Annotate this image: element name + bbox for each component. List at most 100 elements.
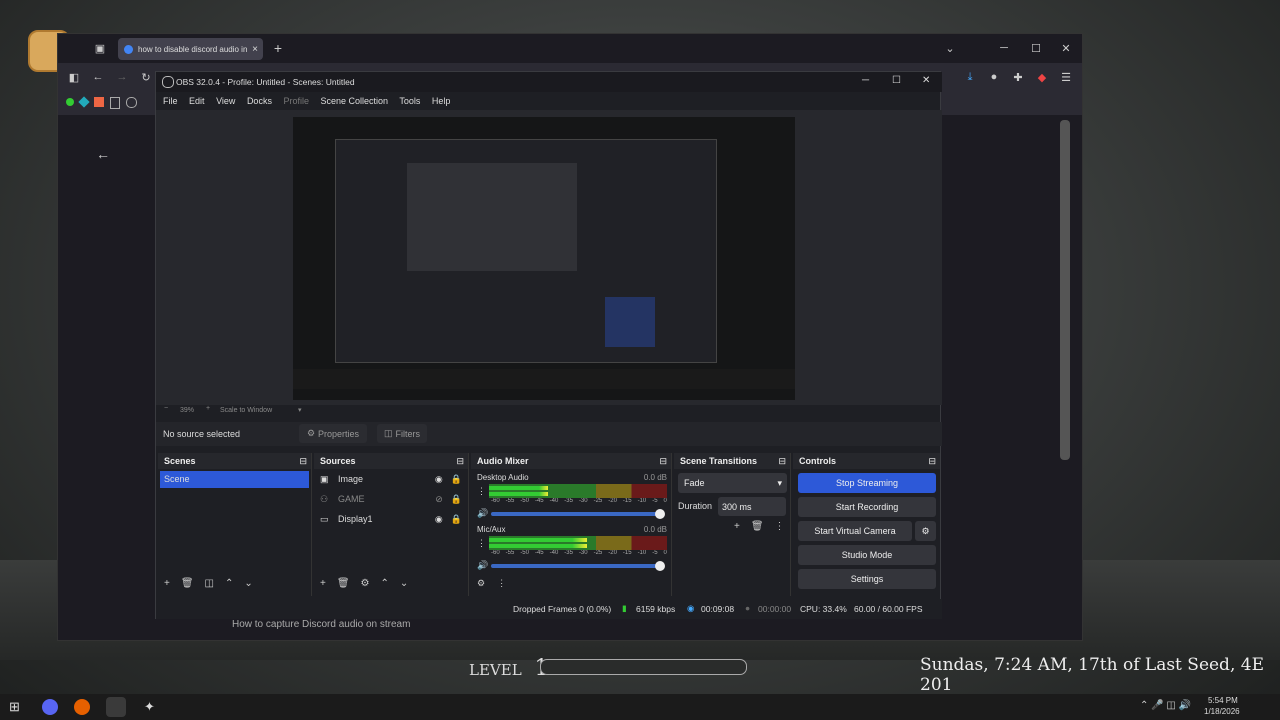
menu-profile[interactable]: Profile (283, 96, 309, 106)
virtual-camera-settings-button[interactable]: ⚙ (915, 521, 936, 541)
visibility-eye-icon[interactable]: ◉ (435, 474, 443, 485)
properties-button[interactable]: ⚙ Properties (299, 424, 367, 443)
speaker-icon[interactable]: 🔊 (477, 508, 491, 519)
dock-undock-icon[interactable]: ⊟ (456, 456, 464, 467)
move-up-icon[interactable]: ⌃ (381, 578, 389, 589)
preview-canvas[interactable] (293, 117, 795, 400)
start-virtual-camera-button[interactable]: Start Virtual Camera (798, 521, 912, 541)
discord-icon[interactable] (42, 699, 58, 715)
transition-select[interactable]: Fade ▾ (678, 473, 787, 493)
obs-maximize-button[interactable]: ☐ (892, 75, 901, 86)
page-scrollbar[interactable] (1060, 120, 1070, 460)
duration-input[interactable]: 300 ms (718, 497, 786, 516)
download-icon[interactable]: ⤓ (962, 69, 978, 85)
scene-filters-icon[interactable]: ◫ (205, 578, 214, 589)
menu-file[interactable]: File (163, 96, 178, 106)
preview-controls-mini (605, 297, 655, 347)
page-back-icon[interactable]: ← (94, 145, 112, 163)
minimize-button[interactable]: ─ (996, 40, 1012, 56)
add-source-icon[interactable]: + (320, 578, 326, 589)
add-transition-icon[interactable]: + (734, 521, 740, 532)
reload-icon[interactable]: ↻ (138, 69, 154, 85)
lock-icon[interactable]: 🔒 (451, 494, 462, 505)
new-tab-button[interactable]: + (270, 39, 286, 57)
move-down-icon[interactable]: ⌄ (244, 578, 252, 589)
source-properties-icon[interactable]: ⚙ (361, 578, 370, 589)
app-icon[interactable]: ✦ (144, 699, 155, 715)
scale-select[interactable]: Scale to Window (220, 407, 272, 414)
source-row[interactable]: ▭ Display1 ◉ 🔒 (314, 509, 468, 529)
filters-button[interactable]: ◫ Filters (377, 424, 427, 443)
lock-icon[interactable]: 🔒 (451, 474, 462, 485)
account-icon[interactable]: ● (986, 69, 1002, 85)
transition-menu-icon[interactable]: ⋮ (775, 521, 785, 532)
volume-slider[interactable] (491, 508, 665, 519)
remove-source-icon[interactable]: 🗑 (337, 578, 350, 589)
menu-edit[interactable]: Edit (189, 96, 205, 106)
scale-bar: − 39% + Scale to Window ▾ (156, 405, 942, 419)
studio-mode-button[interactable]: Studio Mode (798, 545, 936, 565)
scale-dropdown-icon[interactable]: ▾ (298, 406, 302, 414)
obs-icon[interactable] (106, 697, 126, 717)
duration-label: Duration (678, 501, 713, 511)
add-scene-icon[interactable]: + (164, 578, 170, 589)
remove-transition-icon[interactable]: 🗑 (751, 521, 764, 532)
tab-close-icon[interactable]: × (252, 44, 258, 55)
volume-knob[interactable] (655, 560, 665, 571)
channel-menu-icon[interactable]: ⋮ (477, 486, 489, 497)
move-up-icon[interactable]: ⌃ (225, 578, 233, 589)
mixer-menu-icon[interactable]: ⋮ (497, 578, 506, 589)
tab-list-icon[interactable]: ▣ (92, 40, 108, 56)
scene-item[interactable]: Scene (160, 471, 309, 488)
maximize-button[interactable]: ☐ (1028, 40, 1044, 56)
windows-start-icon[interactable]: ⊞ (9, 699, 20, 715)
start-recording-button[interactable]: Start Recording (798, 497, 936, 517)
menu-help[interactable]: Help (432, 96, 451, 106)
forward-icon[interactable]: → (114, 69, 130, 85)
move-down-icon[interactable]: ⌄ (400, 578, 408, 589)
zoom-in-icon[interactable]: + (206, 405, 210, 412)
advanced-audio-icon[interactable]: ⚙ (477, 578, 485, 589)
bookmark-globe-icon[interactable] (126, 97, 137, 108)
tab-overflow-icon[interactable]: ⌄ (942, 40, 958, 56)
dock-undock-icon[interactable]: ⊟ (659, 456, 667, 467)
dock-undock-icon[interactable]: ⊟ (299, 456, 307, 467)
dock-undock-icon[interactable]: ⊟ (778, 456, 786, 467)
menu-docks[interactable]: Docks (247, 96, 272, 106)
zoom-out-icon[interactable]: − (164, 405, 168, 412)
dock-undock-icon[interactable]: ⊟ (928, 456, 936, 467)
tray-time: 5:54 PM (1208, 696, 1238, 705)
browser-tab[interactable]: how to disable discord audio in × (118, 38, 263, 60)
source-row[interactable]: ▣ Image ◉ 🔒 (314, 469, 468, 489)
bookmark-page-icon[interactable] (110, 97, 120, 109)
firefox-icon[interactable] (74, 699, 90, 715)
addon-icon[interactable]: ◆ (1034, 69, 1050, 85)
settings-button[interactable]: Settings (798, 569, 936, 589)
bookmark-orange-icon[interactable] (94, 97, 104, 107)
obs-minimize-button[interactable]: ─ (862, 75, 869, 86)
menu-tools[interactable]: Tools (399, 96, 420, 106)
menu-view[interactable]: View (216, 96, 235, 106)
volume-slider[interactable] (491, 560, 665, 571)
back-icon[interactable]: ← (90, 69, 106, 85)
bookmark-diamond-icon[interactable] (78, 96, 90, 108)
close-button[interactable]: ✕ (1058, 40, 1074, 56)
visibility-hidden-icon[interactable]: ⊘ (435, 494, 443, 505)
sidebar-icon[interactable]: ◧ (66, 69, 82, 85)
speaker-icon[interactable]: 🔊 (477, 560, 491, 571)
menu-scene-collection[interactable]: Scene Collection (321, 96, 389, 106)
source-row[interactable]: ⚇ GAME ⊘ 🔒 (314, 489, 468, 509)
channel-menu-icon[interactable]: ⋮ (477, 538, 489, 549)
extensions-icon[interactable]: ✚ (1010, 69, 1026, 85)
context-bar: No source selected ⚙ Properties ◫ Filters (156, 422, 942, 446)
stop-streaming-button[interactable]: Stop Streaming (798, 473, 936, 493)
transitions-toolbar: + 🗑 ⋮ (734, 521, 785, 532)
lock-icon[interactable]: 🔒 (451, 514, 462, 525)
visibility-eye-icon[interactable]: ◉ (435, 514, 443, 525)
volume-knob[interactable] (655, 508, 665, 519)
remove-scene-icon[interactable]: 🗑 (181, 578, 194, 589)
menu-icon[interactable]: ☰ (1058, 69, 1074, 85)
tray-icons[interactable]: ⌃ 🎤 ◫ 🔊 (1140, 700, 1191, 711)
bookmark-dot-icon[interactable] (66, 98, 74, 106)
obs-close-button[interactable]: ✕ (922, 75, 930, 86)
